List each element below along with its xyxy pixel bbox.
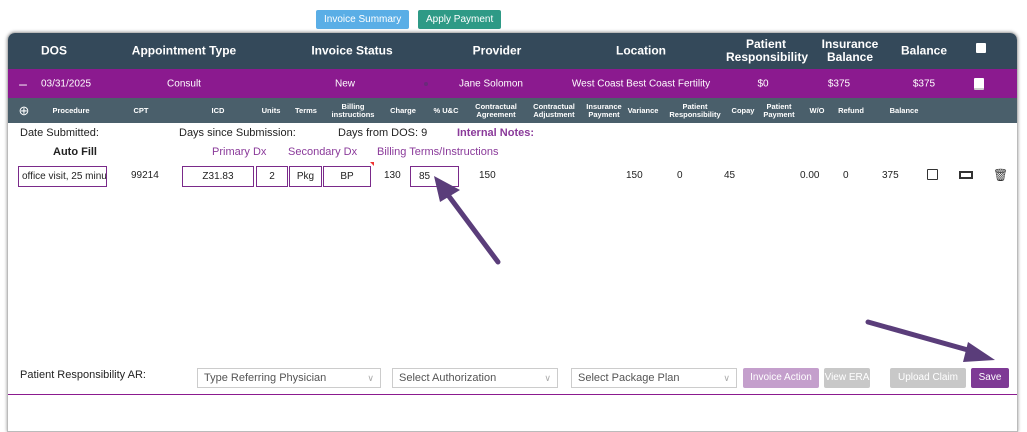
- annotation-arrows: [434, 176, 995, 362]
- arrow-to-save-icon: [865, 319, 995, 362]
- arrow-to-uc-icon: [434, 176, 501, 265]
